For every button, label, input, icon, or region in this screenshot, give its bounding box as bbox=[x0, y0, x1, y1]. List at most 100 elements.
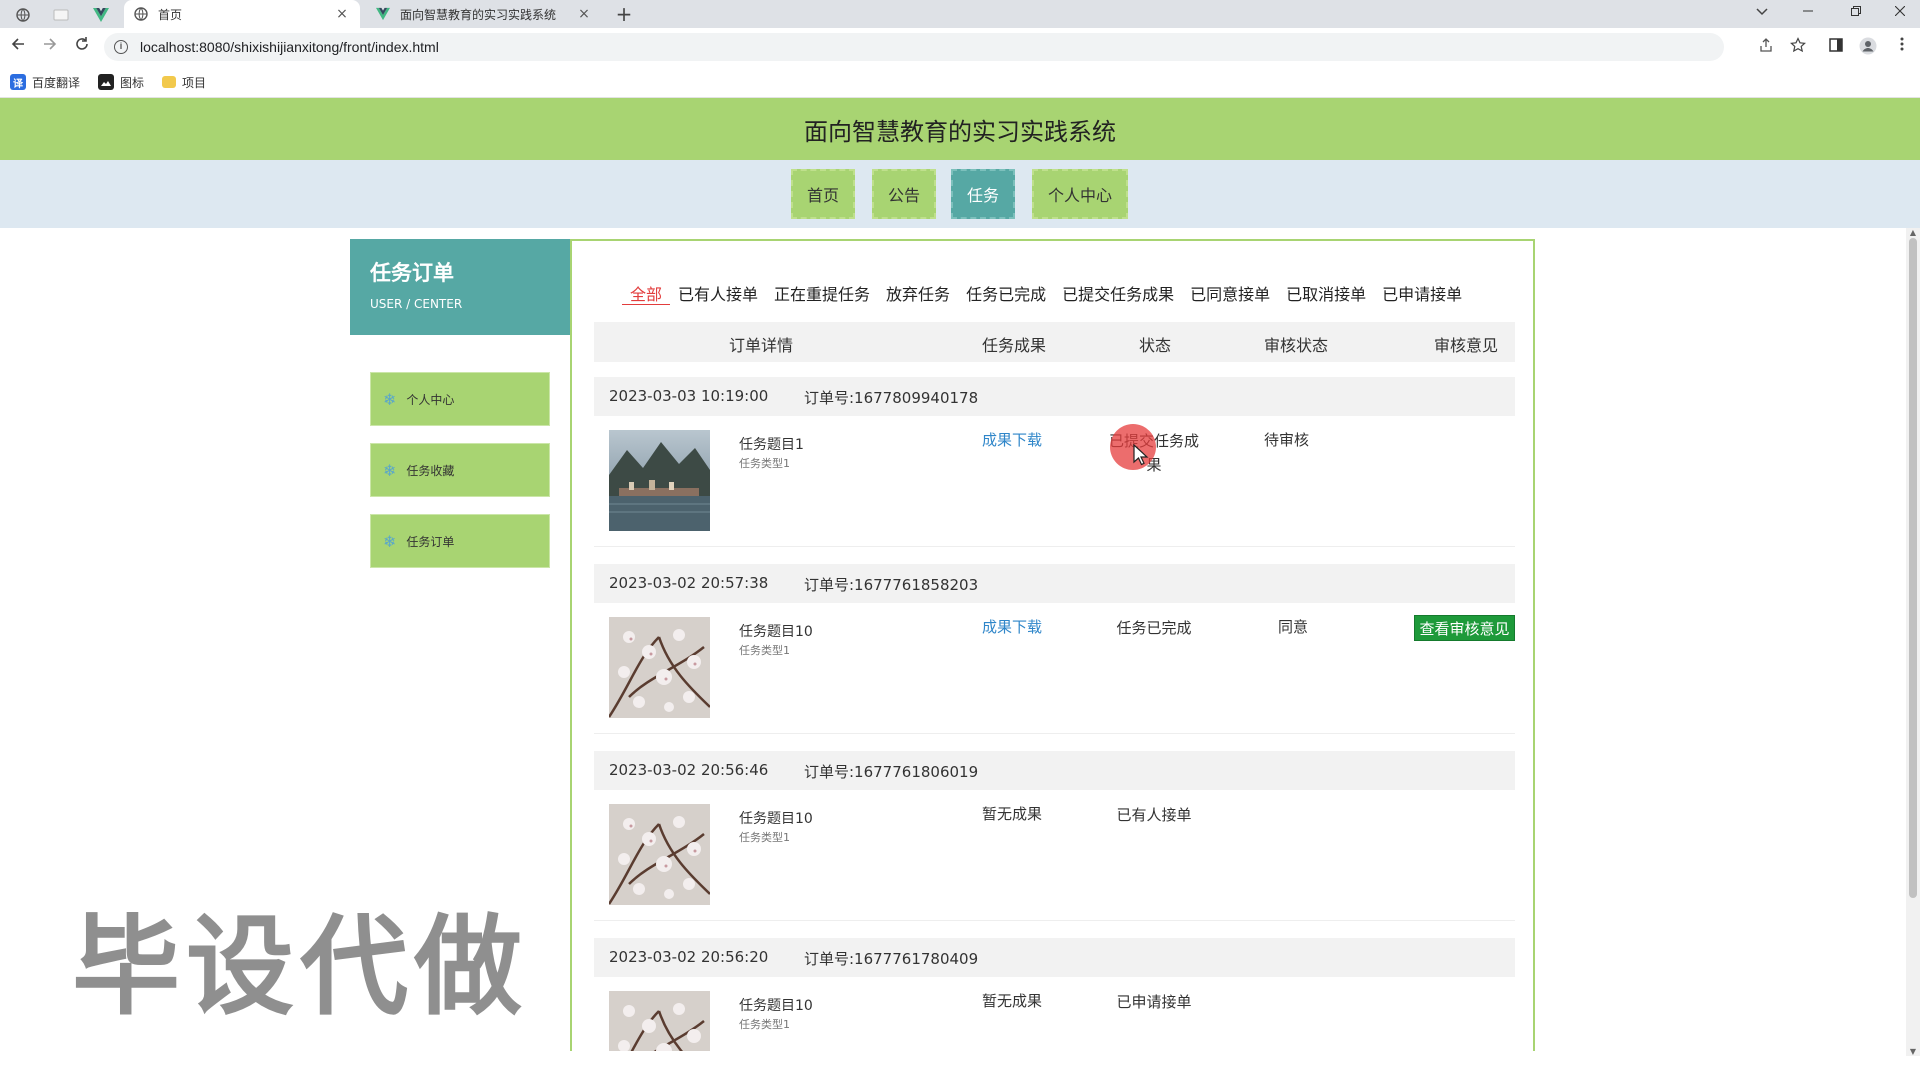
order-time: 2023-03-02 20:57:38 bbox=[609, 574, 769, 592]
profile-button[interactable] bbox=[1858, 37, 1878, 57]
tab-search-button[interactable] bbox=[1742, 0, 1782, 28]
sidebar-item-task-orders[interactable]: ❄ 任务订单 bbox=[370, 514, 550, 568]
nav-notice[interactable]: 公告 bbox=[872, 169, 936, 219]
translate-icon: 译 bbox=[10, 74, 26, 90]
nav-tasks[interactable]: 任务 bbox=[951, 169, 1015, 219]
task-thumbnail[interactable] bbox=[609, 991, 710, 1051]
row-divider bbox=[594, 546, 1515, 547]
view-review-opinion-button[interactable]: 查看审核意见 bbox=[1414, 615, 1515, 641]
task-type: 任务类型1 bbox=[739, 1018, 790, 1031]
folder-icon bbox=[162, 76, 176, 88]
order-row: 2023-03-02 20:57:38 订单号:1677761858203 任务… bbox=[594, 564, 1515, 734]
table-header: 订单详情 任务成果 状态 审核状态 审核意见 bbox=[594, 322, 1515, 362]
filter-resubmitting[interactable]: 正在重提任务 bbox=[766, 281, 878, 305]
filter-all[interactable]: 全部 bbox=[622, 281, 671, 305]
review-status: 同意 bbox=[1278, 618, 1309, 636]
row-divider bbox=[594, 733, 1515, 734]
task-type: 任务类型1 bbox=[739, 831, 790, 844]
filter-accepted[interactable]: 已有人接单 bbox=[670, 281, 766, 305]
bookmark-baidu-translate[interactable]: 译 百度翻译 bbox=[10, 73, 80, 91]
site-nav: 首页 公告 任务 个人中心 bbox=[0, 160, 1920, 228]
filter-cancelled[interactable]: 已取消接单 bbox=[1278, 281, 1374, 305]
sidebar-subtitle: USER / CENTER bbox=[370, 297, 463, 311]
bookmarks-bar: 译 百度翻译 图标 项目 bbox=[0, 66, 1920, 98]
watermark-text: 毕设代做 bbox=[72, 905, 529, 1030]
site-info-icon[interactable]: i bbox=[114, 40, 128, 54]
bookmark-icons[interactable]: 图标 bbox=[98, 73, 144, 91]
task-type: 任务类型1 bbox=[739, 457, 790, 470]
reload-button[interactable] bbox=[70, 35, 94, 59]
scrollbar-thumb[interactable] bbox=[1909, 238, 1917, 898]
sidebar-item-label: 任务收藏 bbox=[406, 463, 455, 478]
site-header: 面向智慧教育的实习实践系统 bbox=[0, 98, 1920, 160]
page-scrollbar[interactable]: ▲ ▼ bbox=[1906, 228, 1920, 1056]
back-button[interactable] bbox=[6, 35, 30, 59]
restore-button[interactable] bbox=[1836, 0, 1876, 28]
restore-icon bbox=[1851, 6, 1861, 16]
share-button[interactable] bbox=[1756, 37, 1776, 57]
snowflake-icon: ❄ bbox=[383, 531, 397, 551]
order-number: 订单号:1677761858203 bbox=[804, 576, 979, 594]
sidebar-item-task-favorites[interactable]: ❄ 任务收藏 bbox=[370, 443, 550, 497]
chevron-down-icon bbox=[1756, 8, 1768, 16]
order-number: 订单号:1677809940178 bbox=[804, 389, 979, 407]
minimize-icon bbox=[1803, 10, 1813, 12]
download-result-link[interactable]: 成果下载 bbox=[982, 616, 1042, 637]
order-status: 已申请接单 bbox=[1116, 993, 1192, 1011]
task-thumbnail[interactable] bbox=[609, 617, 710, 718]
order-row: 2023-03-03 10:19:00 订单号:1677809940178 任务… bbox=[594, 377, 1515, 547]
url-text: localhost:8080/shixishijianxitong/front/… bbox=[140, 39, 439, 55]
side-panel-icon bbox=[1829, 38, 1843, 52]
filter-abandoned[interactable]: 放弃任务 bbox=[878, 281, 958, 305]
arrow-right-icon bbox=[44, 38, 57, 50]
filter-completed[interactable]: 任务已完成 bbox=[958, 281, 1054, 305]
order-time: 2023-03-02 20:56:46 bbox=[609, 761, 769, 779]
reload-icon bbox=[76, 37, 88, 50]
tab-system[interactable]: 面向智慧教育的实习实践系统 × bbox=[366, 0, 602, 28]
scroll-up-icon[interactable]: ▲ bbox=[1908, 228, 1918, 237]
task-title: 任务题目1 bbox=[739, 437, 804, 453]
close-icon bbox=[1894, 5, 1906, 17]
task-thumbnail[interactable] bbox=[609, 430, 710, 531]
order-header: 2023-03-03 10:19:00 订单号:1677809940178 bbox=[594, 377, 1515, 416]
minimize-button[interactable] bbox=[1788, 0, 1828, 28]
pinned-tab-blank[interactable] bbox=[46, 4, 76, 26]
bookmark-projects[interactable]: 项目 bbox=[162, 73, 206, 91]
close-tab-icon[interactable]: × bbox=[576, 6, 592, 22]
bookmark-star-button[interactable] bbox=[1788, 37, 1808, 57]
sidebar-item-personal-center[interactable]: ❄ 个人中心 bbox=[370, 372, 550, 426]
pinned-tab-vue[interactable] bbox=[86, 4, 116, 26]
browser-toolbar: i localhost:8080/shixishijianxitong/fron… bbox=[0, 28, 1920, 66]
side-panel-button[interactable] bbox=[1826, 37, 1846, 57]
pinned-tab-globe[interactable] bbox=[8, 4, 38, 26]
nav-home[interactable]: 首页 bbox=[791, 169, 855, 219]
mouse-cursor-icon bbox=[1133, 444, 1149, 466]
nav-personal-center[interactable]: 个人中心 bbox=[1032, 169, 1128, 219]
order-number: 订单号:1677761806019 bbox=[804, 763, 979, 781]
sidebar-item-label: 个人中心 bbox=[406, 392, 455, 407]
column-header-review-opinion: 审核意见 bbox=[1434, 336, 1499, 355]
tab-title: 面向智慧教育的实习实践系统 bbox=[400, 7, 557, 22]
browser-menu-button[interactable] bbox=[1892, 37, 1912, 57]
share-icon bbox=[1760, 38, 1772, 52]
address-bar[interactable]: i localhost:8080/shixishijianxitong/fron… bbox=[104, 33, 1724, 61]
tab-home[interactable]: 首页 × bbox=[124, 0, 360, 28]
avatar-icon bbox=[1859, 37, 1877, 55]
browser-tab-strip: 首页 × 面向智慧教育的实习实践系统 × + bbox=[0, 0, 1920, 28]
star-icon bbox=[1790, 37, 1806, 53]
tab-title: 首页 bbox=[158, 7, 183, 22]
filter-agreed[interactable]: 已同意接单 bbox=[1182, 281, 1278, 305]
scroll-down-icon[interactable]: ▼ bbox=[1908, 1047, 1918, 1056]
orders-panel: 全部 已有人接单 正在重提任务 放弃任务 任务已完成 已提交任务成果 已同意接单… bbox=[570, 239, 1535, 1051]
order-header: 2023-03-02 20:57:38 订单号:1677761858203 bbox=[594, 564, 1515, 603]
forward-button[interactable] bbox=[38, 35, 62, 59]
task-thumbnail[interactable] bbox=[609, 804, 710, 905]
column-header-detail: 订单详情 bbox=[729, 336, 794, 355]
close-window-button[interactable] bbox=[1880, 0, 1920, 28]
filter-applied[interactable]: 已申请接单 bbox=[1374, 281, 1470, 305]
download-result-link[interactable]: 成果下载 bbox=[982, 429, 1042, 450]
new-tab-button[interactable]: + bbox=[612, 2, 636, 26]
close-tab-icon[interactable]: × bbox=[334, 6, 350, 22]
filter-result-submitted[interactable]: 已提交任务成果 bbox=[1054, 281, 1182, 305]
arrow-left-icon bbox=[11, 38, 24, 50]
